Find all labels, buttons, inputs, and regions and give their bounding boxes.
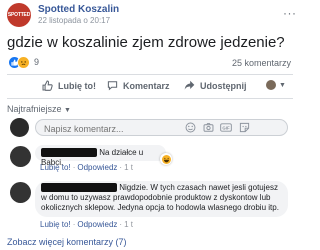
- caret-down-icon: ▼: [279, 81, 286, 89]
- post-timestamp[interactable]: 22 listopada o 20:17: [38, 15, 119, 26]
- caret-down-icon: ▼: [64, 107, 71, 114]
- sad-reaction-icon: [17, 55, 30, 69]
- thumbs-up-icon: [42, 80, 53, 91]
- commenter-avatar[interactable]: [10, 146, 31, 167]
- redacted-name: [41, 183, 117, 193]
- comment-text-line: okolicznych sklepow. Jedyna opcja to hod…: [41, 203, 279, 212]
- divider: [7, 74, 293, 75]
- comment-button[interactable]: Komentarz: [107, 80, 170, 91]
- camera-icon[interactable]: [202, 121, 214, 133]
- comment-button-label: Komentarz: [123, 80, 170, 91]
- comment-time[interactable]: 1 t: [124, 163, 133, 172]
- like-button-label: Lubię to!: [58, 80, 96, 91]
- speech-bubble-icon: [107, 81, 118, 91]
- mini-avatar: [266, 80, 276, 90]
- comment-reply-link[interactable]: Odpowiedz: [77, 163, 117, 172]
- redacted-name: [41, 148, 97, 158]
- input-icons: GIF: [184, 121, 256, 133]
- comment-reply-link[interactable]: Odpowiedz: [77, 220, 117, 229]
- comment-text-line: w domu to uzywasz prawdopodobnie produkt…: [41, 193, 271, 202]
- post-text: gdzie w koszalinie zjem zdrowe jedzenie?: [7, 34, 285, 51]
- comment-bubble: Nigdzie. W tych czasach nawet jesli gotu…: [35, 181, 288, 217]
- emoji-icon[interactable]: [184, 121, 196, 133]
- commenter-avatar[interactable]: [10, 182, 31, 203]
- comment-sort-dropdown[interactable]: Najtrafniejsze ▼: [7, 104, 71, 114]
- comment-time[interactable]: 1 t: [124, 220, 133, 229]
- sticker-icon[interactable]: [238, 121, 250, 133]
- comment-meta: Lubię to! · Odpowiedz · 1 t: [40, 163, 133, 172]
- comment-like-link[interactable]: Lubię to!: [40, 220, 71, 229]
- page-name-link[interactable]: Spotted Koszalin: [38, 4, 119, 15]
- comments-count[interactable]: 25 komentarzy: [232, 58, 291, 68]
- reaction-count: 9: [34, 57, 40, 67]
- sort-label: Najtrafniejsze: [7, 104, 62, 114]
- like-button[interactable]: Lubię to!: [42, 80, 96, 91]
- svg-text:GIF: GIF: [222, 125, 230, 130]
- share-arrow-icon: [184, 80, 195, 90]
- post-as-selector[interactable]: ▼: [266, 80, 286, 90]
- view-more-comments-link[interactable]: Zobacz więcej komentarzy (7): [7, 237, 127, 247]
- avatar-logo-text: SPOTTED: [7, 12, 31, 18]
- divider: [7, 98, 293, 99]
- post-header: SPOTTED Spotted Koszalin 22 listopada o …: [7, 3, 119, 27]
- share-button-label: Udostępnij: [200, 80, 247, 91]
- comment-meta: Lubię to! · Odpowiedz · 1 t: [40, 220, 133, 229]
- gif-icon[interactable]: GIF: [220, 121, 232, 133]
- action-bar: Lubię to! Komentarz Udostępnij ▼: [0, 77, 300, 97]
- share-button[interactable]: Udostępnij: [184, 80, 247, 91]
- comment-reaction-badge[interactable]: [160, 153, 172, 165]
- reactions-summary[interactable]: 9: [8, 55, 40, 69]
- comment-like-link[interactable]: Lubię to!: [40, 163, 71, 172]
- current-user-avatar: [10, 118, 29, 137]
- page-avatar[interactable]: SPOTTED: [7, 3, 31, 27]
- comment-text-line: Nigdzie. W tych czasach nawet jesli gotu…: [119, 183, 278, 192]
- comment-bubble: Na działce u Babci.: [35, 145, 166, 167]
- more-options-icon[interactable]: ···: [283, 6, 297, 20]
- laugh-reaction-icon: [161, 154, 171, 164]
